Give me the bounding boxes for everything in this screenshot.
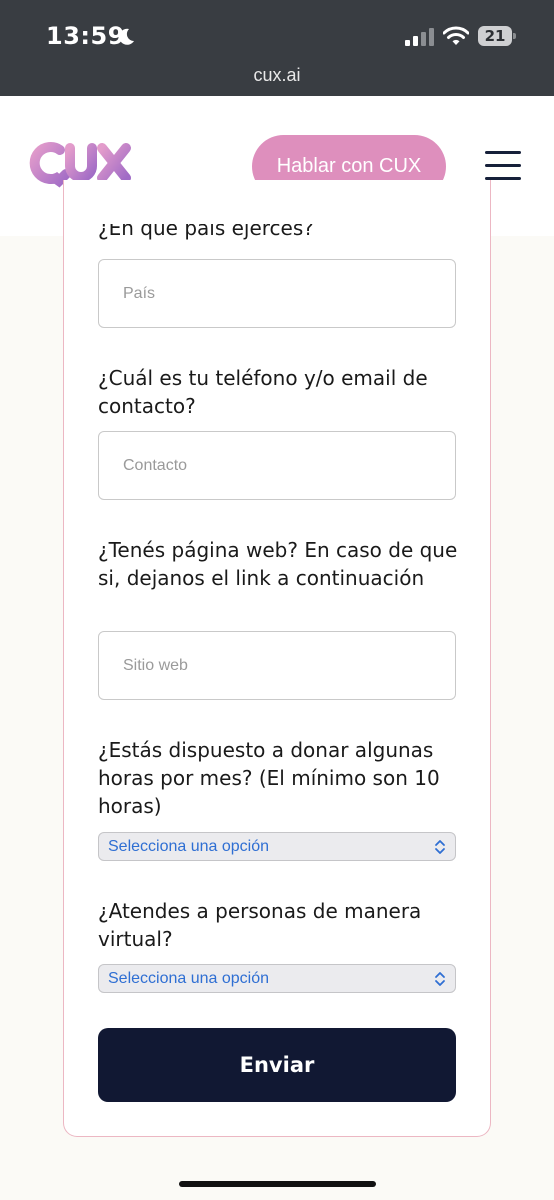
battery-icon: 21 bbox=[478, 26, 516, 46]
donate-select-value: Selecciona una opción bbox=[108, 837, 270, 855]
status-bar: 13:59 21 cux.ai bbox=[0, 0, 554, 96]
question-website: ¿Tenés página web? En caso de que si, de… bbox=[98, 538, 458, 590]
contact-input[interactable] bbox=[98, 431, 456, 500]
country-input[interactable] bbox=[98, 259, 456, 328]
donate-hours-select[interactable]: Selecciona una opción bbox=[98, 832, 456, 861]
battery-level: 21 bbox=[484, 27, 506, 45]
virtual-select[interactable]: Selecciona una opción bbox=[98, 964, 456, 993]
question-donate-hours: ¿Estás dispuesto a donar algunas horas p… bbox=[98, 738, 440, 818]
chevron-updown-icon bbox=[435, 839, 445, 854]
virtual-select-value: Selecciona una opción bbox=[108, 969, 270, 987]
question-country: ¿En qué país ejerces? bbox=[98, 224, 314, 240]
wifi-icon bbox=[443, 26, 469, 45]
signal-icon bbox=[405, 28, 434, 46]
question-contact: ¿Cuál es tu teléfono y/o email de contac… bbox=[98, 366, 428, 418]
home-indicator[interactable] bbox=[179, 1181, 376, 1187]
chevron-updown-icon bbox=[435, 971, 445, 986]
moon-icon bbox=[119, 28, 134, 45]
status-time: 13:59 bbox=[46, 22, 125, 50]
website-input[interactable] bbox=[98, 631, 456, 700]
submit-button[interactable]: Enviar bbox=[98, 1028, 456, 1102]
question-virtual: ¿Atendes a personas de manera virtual? bbox=[98, 899, 422, 951]
hamburger-icon[interactable] bbox=[485, 151, 521, 181]
address-bar-url[interactable]: cux.ai bbox=[0, 65, 554, 86]
